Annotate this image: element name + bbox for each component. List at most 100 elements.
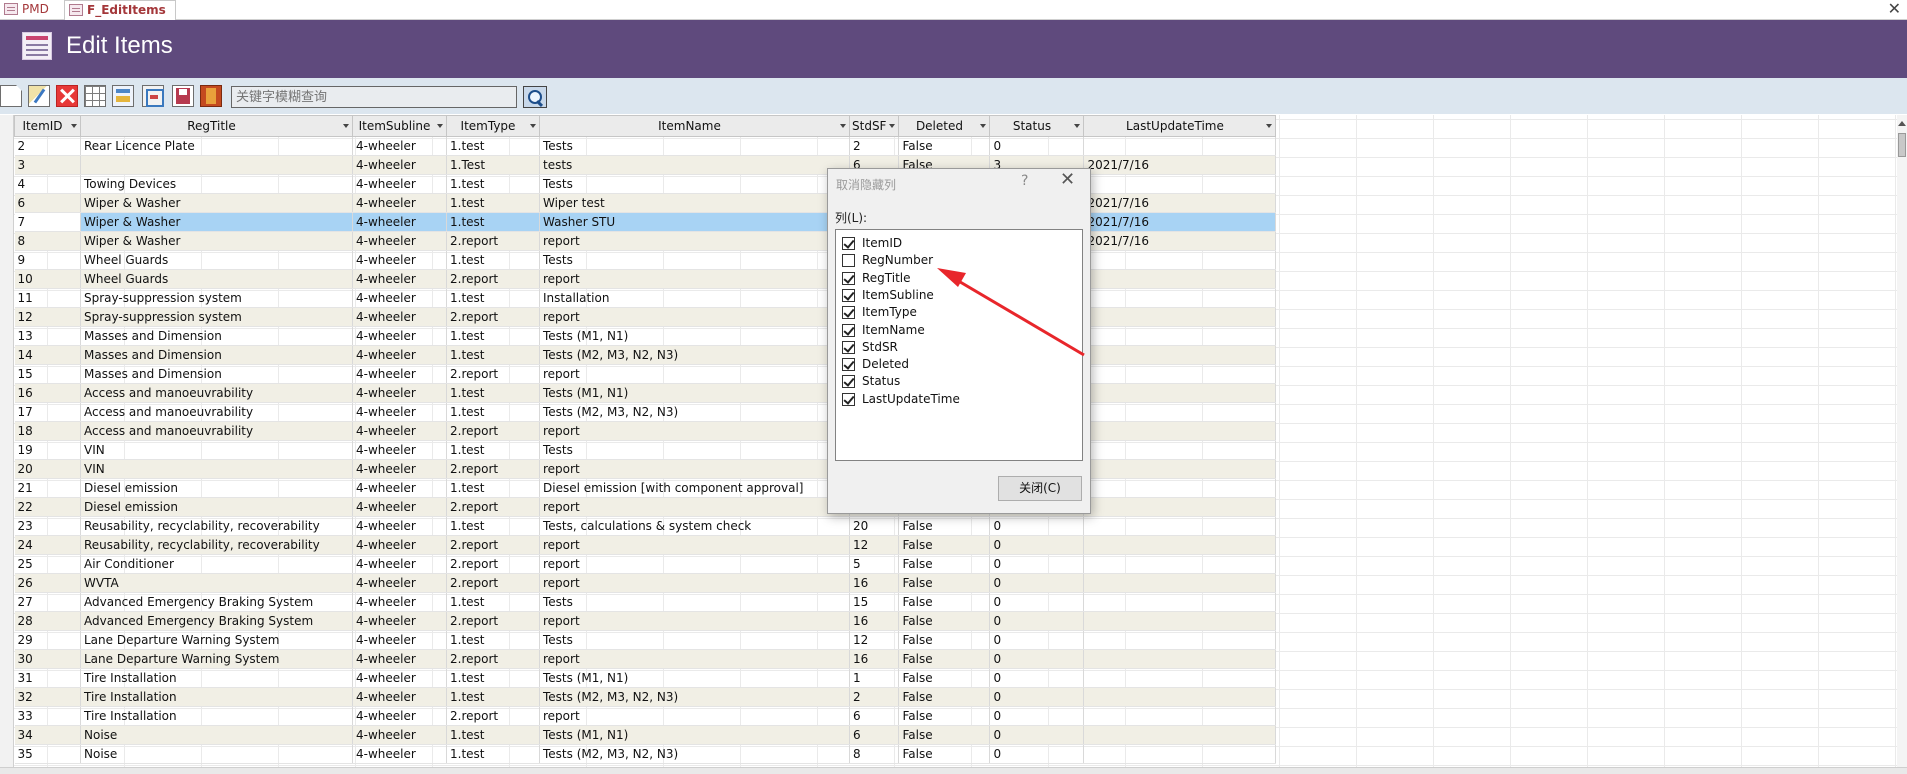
table-cell[interactable]: 2021/7/16 [1083,212,1277,232]
table-cell[interactable]: 0 [989,592,1085,612]
table-cell[interactable]: 0 [989,744,1085,764]
table-cell[interactable] [1083,421,1277,441]
table-cell[interactable]: 27 [14,592,81,612]
table-cell[interactable]: report [539,231,850,251]
table-cell[interactable]: VIN [80,459,353,479]
table-cell[interactable] [1083,497,1277,517]
record-navigation-bar[interactable] [0,767,1907,774]
filter-dropdown-icon[interactable] [437,124,443,128]
table-cell[interactable]: 2.report [446,706,540,726]
table-cell[interactable]: 1.test [446,402,540,422]
table-cell[interactable]: 0 [989,630,1085,650]
column-header[interactable]: Deleted [898,115,991,137]
table-cell[interactable]: 1.test [446,383,540,403]
table-cell[interactable]: 32 [14,687,81,707]
table-cell[interactable]: Wheel Guards [80,269,353,289]
table-cell[interactable]: Tests [539,136,850,156]
table-cell[interactable] [1083,535,1277,555]
table-cell[interactable]: 4-wheeler [352,725,447,745]
checkbox-checked-icon[interactable] [842,358,855,372]
table-cell[interactable]: 4-wheeler [352,554,447,574]
table-cell[interactable]: 15 [849,592,900,612]
table-cell[interactable] [1083,630,1277,650]
table-cell[interactable]: 34 [14,725,81,745]
table-cell[interactable]: 4-wheeler [352,592,447,612]
table-cell[interactable]: 4-wheeler [352,212,447,232]
table-cell[interactable]: Tests (M1, N1) [539,668,850,688]
table-cell[interactable]: 1.test [446,630,540,650]
table-cell[interactable]: Tests [539,440,850,460]
table-cell[interactable]: 16 [849,611,900,631]
table-cell[interactable]: Tests [539,630,850,650]
exit-button[interactable] [200,85,222,107]
table-cell[interactable]: Tests (M2, M3, N2, N3) [539,744,850,764]
table-cell[interactable] [1083,345,1277,365]
table-cell[interactable]: Wiper & Washer [80,231,353,251]
table-cell[interactable]: Diesel emission [with component approval… [539,478,850,498]
column-header[interactable]: Status [989,115,1085,137]
column-header[interactable]: ItemID [14,115,81,137]
table-cell[interactable]: Spray-suppression system [80,288,353,308]
checkbox-checked-icon[interactable] [842,323,855,337]
table-cell[interactable]: 4-wheeler [352,402,447,422]
table-cell[interactable]: Tests, calculations & system check [539,516,850,536]
table-cell[interactable]: 0 [989,573,1085,593]
table-cell[interactable]: Diesel emission [80,497,353,517]
table-cell[interactable]: 8 [14,231,81,251]
form-view-alt-button[interactable] [142,85,164,107]
table-cell[interactable]: 4-wheeler [352,478,447,498]
table-cell[interactable]: 7 [14,212,81,232]
table-cell[interactable]: report [539,269,850,289]
filter-dropdown-icon[interactable] [343,124,349,128]
table-cell[interactable]: 13 [14,326,81,346]
table-cell[interactable]: 2.report [446,573,540,593]
table-row[interactable]: 29 Lane Departure Warning System 4-wheeler… [14,630,1277,650]
table-cell[interactable]: False [898,649,991,669]
table-cell[interactable]: False [898,687,991,707]
table-cell[interactable]: Access and manoeuvrability [80,383,353,403]
table-cell[interactable]: 6 [14,193,81,213]
table-cell[interactable] [1083,269,1277,289]
table-cell[interactable]: 4-wheeler [352,326,447,346]
table-cell[interactable]: report [539,611,850,631]
column-header[interactable]: ItemName [539,115,850,137]
table-row[interactable]: 24 Reusability, recyclability, recoverabi… [14,535,1277,555]
table-cell[interactable]: 4-wheeler [352,269,447,289]
table-cell[interactable]: 4-wheeler [352,193,447,213]
table-cell[interactable]: Wiper & Washer [80,212,353,232]
table-cell[interactable]: Lane Departure Warning System [80,630,353,650]
table-cell[interactable]: Towing Devices [80,174,353,194]
table-row[interactable]: 2 Rear Licence Plate 4-wheeler 1.test Tests 2… [14,136,1277,156]
table-cell[interactable]: 12 [849,630,900,650]
table-cell[interactable]: 35 [14,744,81,764]
table-cell[interactable]: 4-wheeler [352,573,447,593]
table-cell[interactable]: report [539,497,850,517]
vertical-scrollbar[interactable] [1897,115,1907,774]
table-cell[interactable]: Masses and Dimension [80,345,353,365]
table-row[interactable]: 30 Lane Departure Warning System 4-wheeler… [14,649,1277,669]
table-cell[interactable] [1083,250,1277,270]
table-cell[interactable]: 22 [14,497,81,517]
columns-list[interactable]: ItemID RegNumber RegTitle ItemSubline ItemTy… [835,229,1083,461]
table-cell[interactable]: 31 [14,668,81,688]
table-cell[interactable]: 4-wheeler [352,250,447,270]
table-cell[interactable]: Masses and Dimension [80,364,353,384]
table-cell[interactable]: 4-wheeler [352,649,447,669]
table-cell[interactable]: False [898,516,991,536]
filter-dropdown-icon[interactable] [840,124,846,128]
table-cell[interactable]: report [539,649,850,669]
table-cell[interactable]: 12 [849,535,900,555]
table-cell[interactable]: Tests (M2, M3, N2, N3) [539,402,850,422]
scroll-thumb[interactable] [1898,133,1906,157]
table-cell[interactable]: 2.report [446,231,540,251]
table-cell[interactable]: 4-wheeler [352,516,447,536]
checkbox-checked-icon[interactable] [842,392,855,406]
table-cell[interactable] [1083,326,1277,346]
table-cell[interactable]: report [539,307,850,327]
table-cell[interactable]: 4-wheeler [352,459,447,479]
table-cell[interactable]: False [898,554,991,574]
table-cell[interactable]: Tests [539,592,850,612]
table-cell[interactable]: Tire Installation [80,668,353,688]
table-cell[interactable]: 24 [14,535,81,555]
table-cell[interactable]: Rear Licence Plate [80,136,353,156]
